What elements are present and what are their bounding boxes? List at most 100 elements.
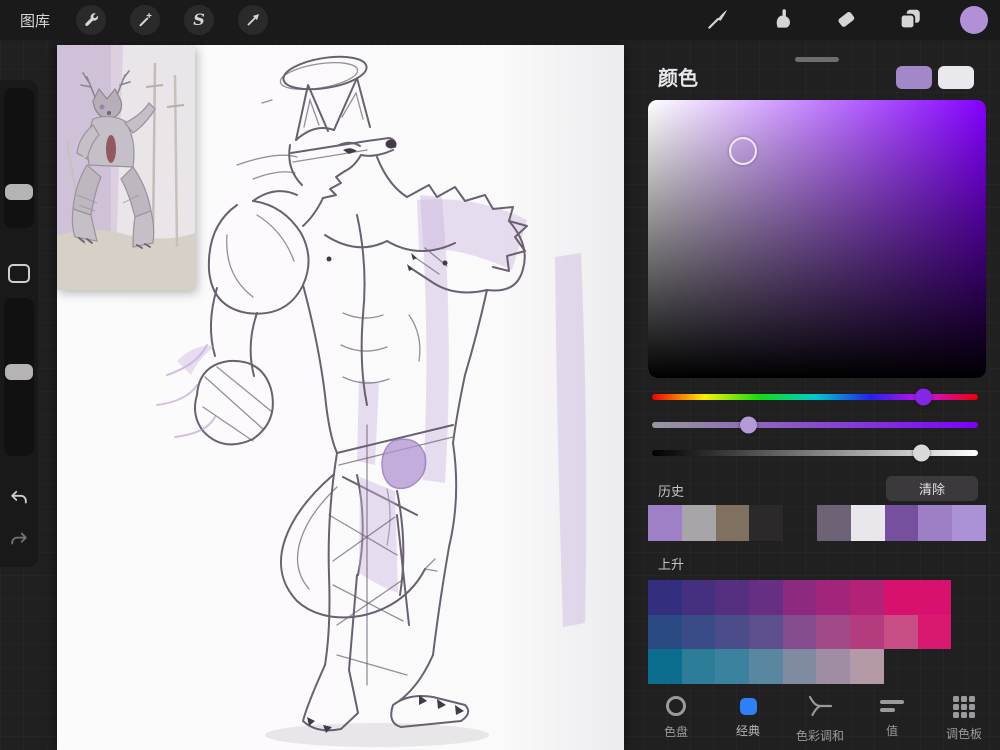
canvas[interactable] (57, 45, 624, 750)
picker-cursor[interactable] (728, 136, 757, 165)
palette-swatch[interactable] (816, 614, 851, 650)
modify-button[interactable] (0, 258, 38, 288)
palette-swatch[interactable] (782, 580, 817, 615)
wrench-icon (82, 11, 100, 29)
transform-icon (244, 11, 262, 29)
brush-icon (705, 6, 731, 35)
palette-grid (648, 580, 952, 684)
palette-swatch[interactable] (850, 649, 884, 684)
palette-swatch[interactable] (749, 649, 783, 684)
history-swatch[interactable] (850, 505, 885, 541)
palette-row (648, 649, 951, 684)
active-color-button[interactable] (960, 6, 988, 34)
palette-swatch[interactable] (681, 649, 716, 684)
disc-icon (666, 696, 686, 716)
toolbar-left-group: 图库 S (18, 5, 269, 35)
eraser-icon (833, 6, 859, 35)
modify-square-icon (8, 263, 30, 283)
history-swatch[interactable] (918, 505, 953, 541)
tab-palettes[interactable]: 调色板 (928, 692, 1000, 746)
palette-swatch[interactable] (883, 614, 918, 650)
brush-size-slider[interactable] (4, 88, 34, 228)
palette-swatch[interactable] (648, 580, 682, 615)
picker-value-layer (648, 100, 986, 378)
layers-button[interactable] (896, 6, 924, 34)
tab-classic[interactable]: 经典 (712, 692, 784, 746)
palette-swatch[interactable] (782, 614, 817, 650)
harmony-icon (807, 695, 833, 720)
palette-row (648, 614, 952, 650)
palette-swatch-empty (884, 649, 918, 684)
layers-icon (897, 6, 923, 35)
history-swatch[interactable] (715, 505, 750, 541)
palette-swatch[interactable] (681, 614, 716, 650)
palette-swatch[interactable] (917, 580, 952, 615)
redo-button[interactable] (0, 525, 38, 555)
palette-swatch[interactable] (883, 580, 918, 615)
primary-color-swatch[interactable] (896, 66, 932, 89)
history-swatch[interactable] (749, 505, 784, 541)
tab-value[interactable]: 值 (856, 692, 928, 746)
classic-icon (739, 698, 757, 715)
palette-swatch[interactable] (715, 614, 750, 650)
palette-swatch[interactable] (917, 614, 952, 650)
history-swatch[interactable] (648, 505, 682, 541)
secondary-color-swatch[interactable] (938, 66, 974, 89)
reference-image (57, 45, 195, 290)
opacity-slider[interactable] (4, 298, 34, 456)
history-swatch[interactable] (681, 505, 716, 541)
palette-swatch[interactable] (782, 649, 817, 684)
brush-size-handle[interactable] (5, 184, 33, 200)
palette-swatch[interactable] (648, 649, 682, 684)
value-icon (880, 699, 904, 715)
palette-row (648, 580, 952, 615)
transform-button[interactable] (238, 5, 269, 35)
palette-swatch[interactable] (850, 614, 884, 650)
color-panel: 颜色 历史 清除 上升 色盘 经典 色彩调和 值 调色板 (640, 40, 1000, 750)
toolbar-right-group (704, 6, 988, 34)
brush-button[interactable] (704, 6, 732, 34)
palette-swatch[interactable] (715, 580, 750, 615)
color-panel-title: 颜色 (658, 68, 698, 90)
saturation-brightness-picker[interactable] (648, 100, 986, 378)
tab-disc[interactable]: 色盘 (640, 692, 712, 746)
history-swatch-empty (783, 505, 817, 541)
adjustments-button[interactable] (130, 5, 161, 35)
redo-icon (8, 529, 30, 552)
palette-swatch[interactable] (749, 614, 783, 650)
palette-swatch[interactable] (816, 580, 851, 615)
gallery-button[interactable]: 图库 (18, 10, 52, 31)
actions-button[interactable] (76, 5, 107, 35)
palette-name-label: 上升 (658, 557, 685, 572)
hue-slider[interactable] (652, 388, 978, 406)
palette-swatch[interactable] (681, 580, 716, 615)
history-swatches (648, 505, 986, 541)
palette-swatch[interactable] (648, 614, 682, 650)
eraser-button[interactable] (832, 6, 860, 34)
history-label: 历史 (658, 484, 685, 499)
palette-swatch[interactable] (715, 649, 750, 684)
saturation-slider[interactable] (652, 416, 978, 434)
side-toolbar (0, 80, 38, 567)
undo-button[interactable] (0, 485, 38, 515)
history-swatch[interactable] (952, 505, 986, 541)
clear-history-button[interactable]: 清除 (886, 476, 978, 501)
panel-drag-handle[interactable] (795, 57, 839, 62)
smudge-button[interactable] (768, 6, 796, 34)
tab-harmony[interactable]: 色彩调和 (784, 692, 856, 746)
hue-slider-thumb[interactable] (914, 388, 932, 406)
palette-swatch[interactable] (816, 649, 851, 684)
palette-swatch-empty (918, 649, 952, 684)
selection-button[interactable]: S (184, 5, 215, 35)
saturation-slider-thumb[interactable] (740, 416, 758, 434)
opacity-handle[interactable] (5, 364, 33, 380)
brightness-slider-thumb[interactable] (912, 444, 930, 462)
history-swatch[interactable] (816, 505, 851, 541)
color-panel-tabs: 色盘 经典 色彩调和 值 调色板 (640, 692, 1000, 746)
history-swatch[interactable] (884, 505, 919, 541)
palette-swatch[interactable] (749, 580, 783, 615)
brightness-slider[interactable] (652, 444, 978, 462)
palettes-icon (953, 696, 975, 718)
smudge-icon (769, 6, 795, 35)
palette-swatch[interactable] (850, 580, 884, 615)
